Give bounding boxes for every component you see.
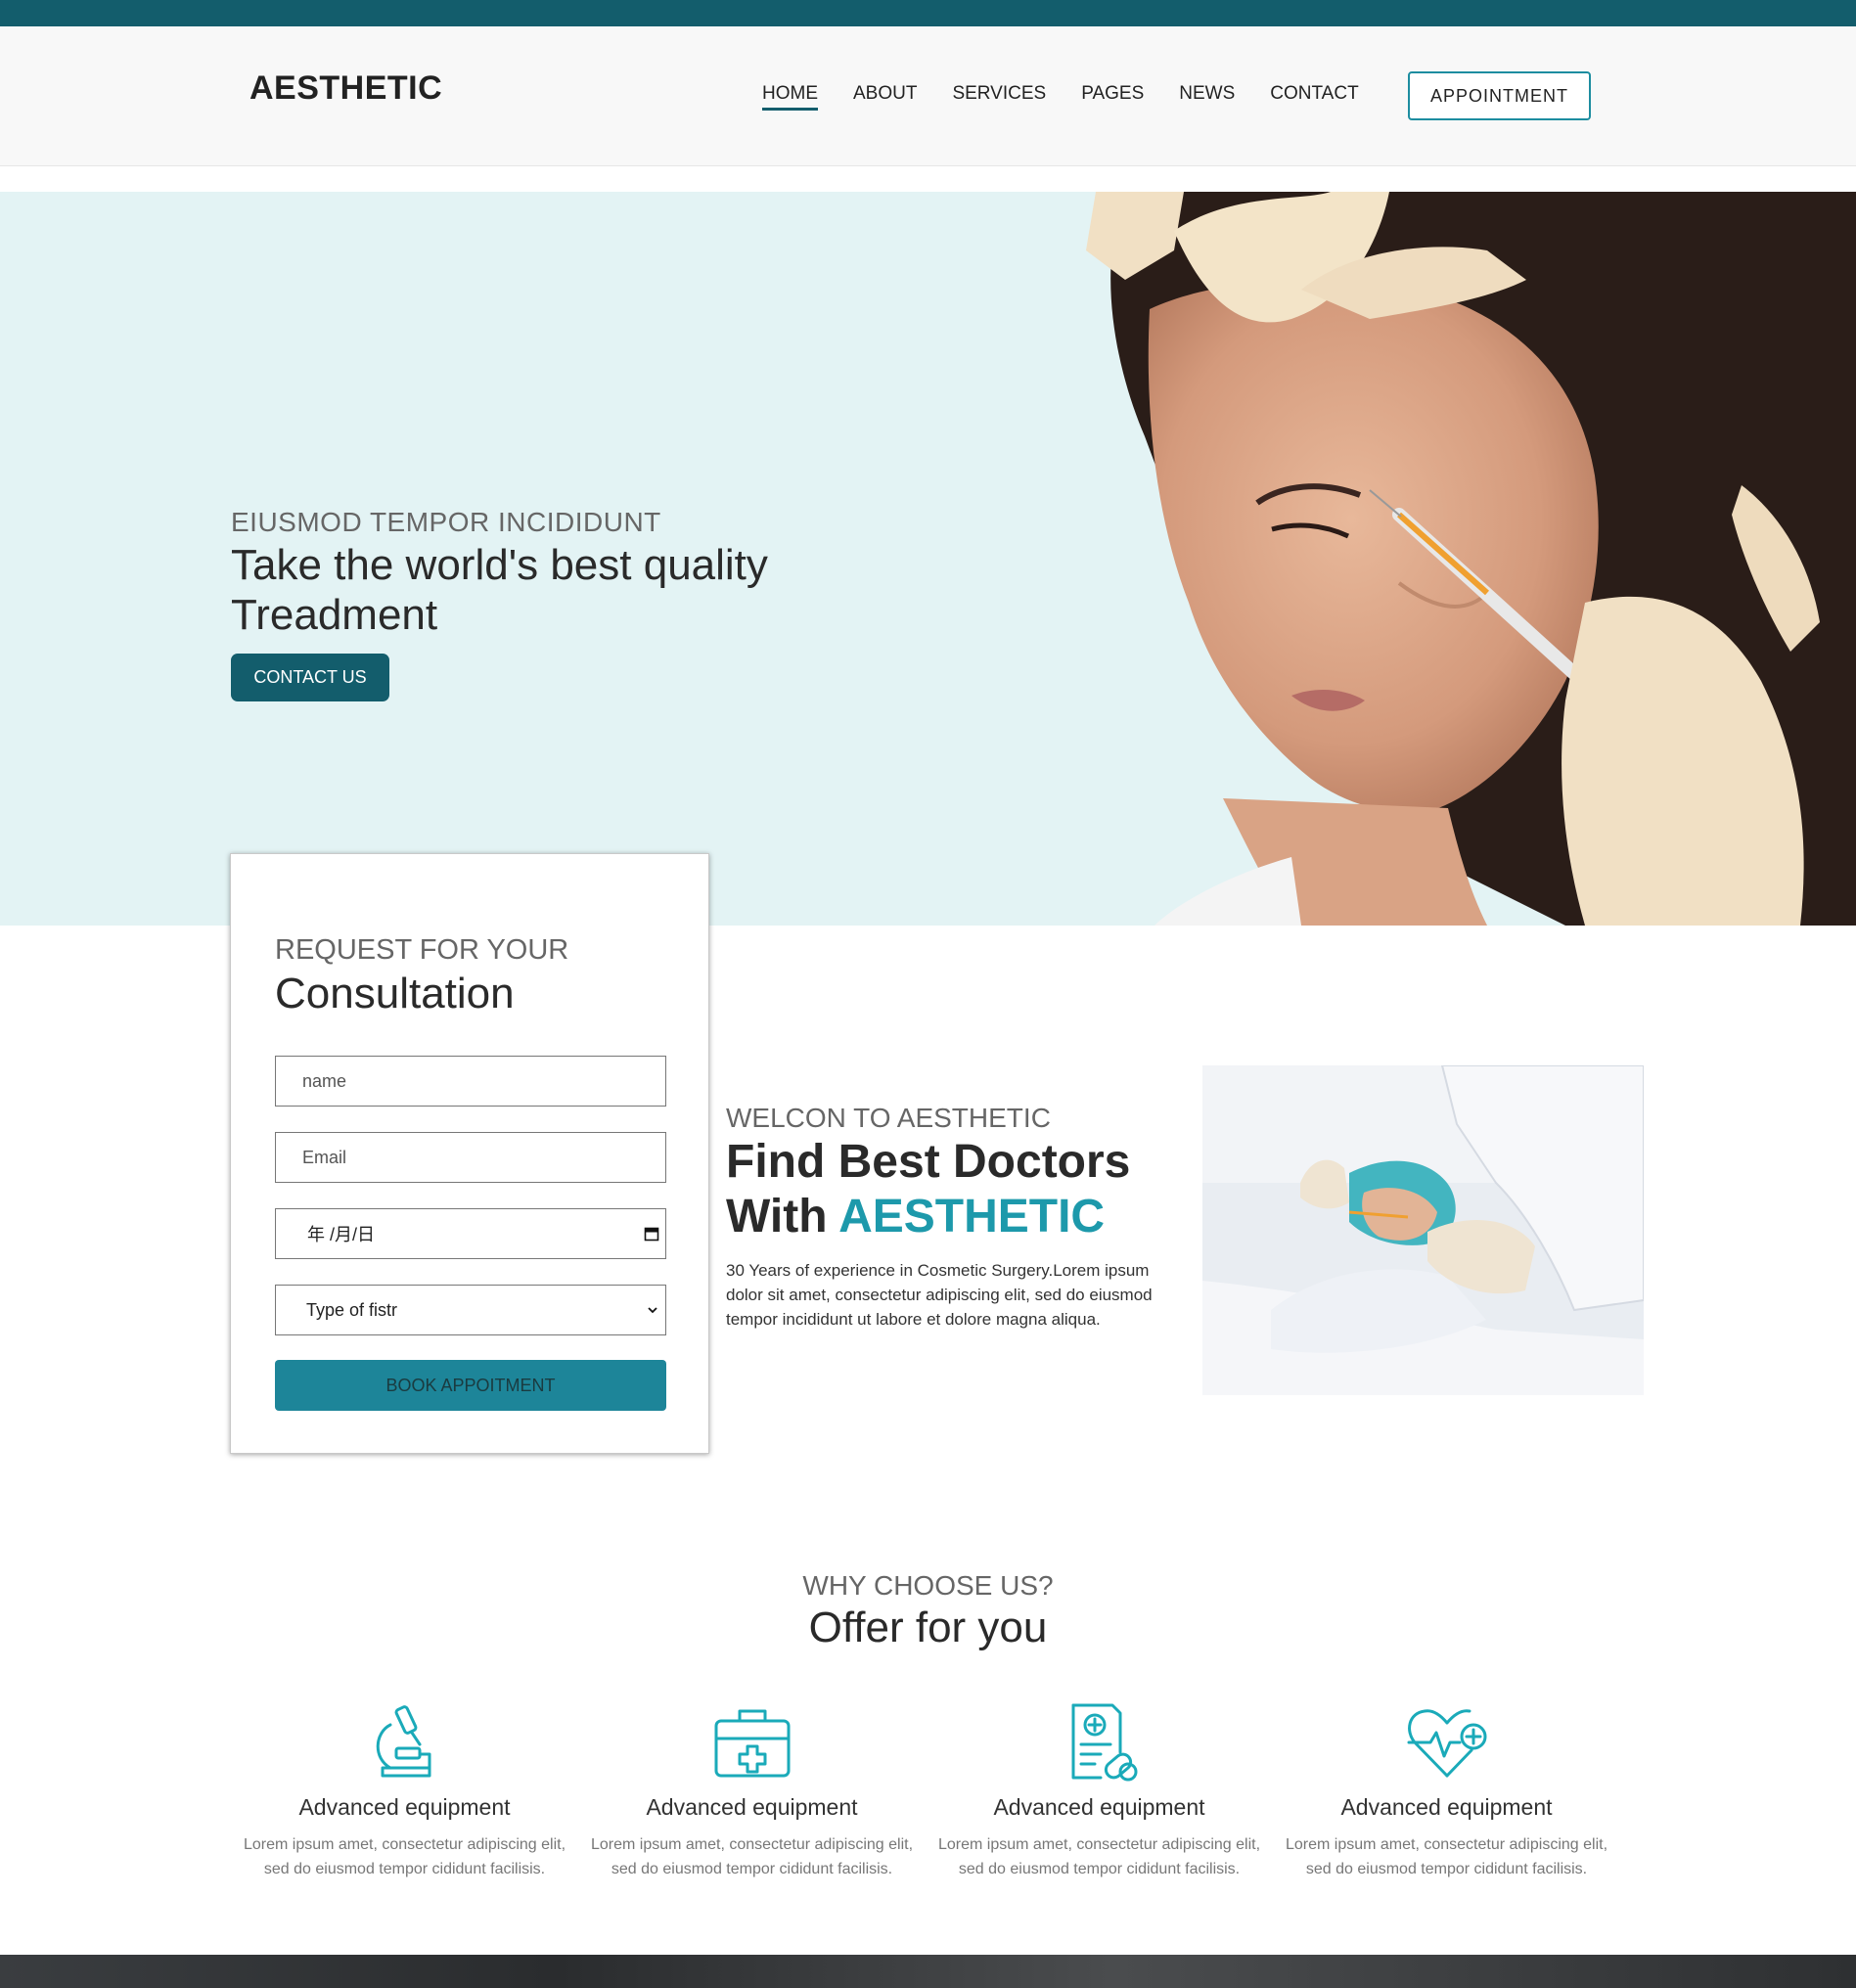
date-field[interactable]: 年 /月/日 [275, 1208, 666, 1259]
nav-item-contact[interactable]: CONTACT [1270, 83, 1358, 111]
welcome-title-line1: Find Best Doctors [726, 1136, 1131, 1188]
treatment-type-select[interactable]: Type of fistr [275, 1285, 666, 1335]
microscope-icon [376, 1705, 430, 1778]
feature-card: Advanced equipment Lorem ipsum amet, con… [578, 1703, 926, 1881]
welcome-subtitle: WELCON TO AESTHETIC [726, 1103, 1051, 1133]
site-logo[interactable]: AESTHETIC [249, 69, 442, 108]
name-placeholder: name [302, 1070, 347, 1091]
next-section-preview [0, 1955, 1856, 1988]
consultation-subtitle: REQUEST FOR YOUR [275, 934, 569, 966]
name-field[interactable]: name [275, 1056, 666, 1107]
chevron-down-icon [648, 1307, 657, 1314]
feature-text: Lorem ipsum amet, consectetur adipiscing… [243, 1836, 566, 1877]
welcome-title-accent: AESTHETIC [838, 1191, 1106, 1242]
welcome-title-prefix: With [726, 1191, 839, 1242]
welcome-section: WELCON TO AESTHETIC Find Best Doctors Wi… [726, 1103, 1186, 1332]
calendar-icon[interactable] [644, 1226, 659, 1242]
feature-text: Lorem ipsum amet, consectetur adipiscing… [937, 1836, 1261, 1877]
why-title: Offer for you [808, 1604, 1048, 1651]
hero-title: Take the world's best quality Treadment [231, 541, 768, 639]
nav-item-pages[interactable]: PAGES [1081, 83, 1144, 111]
contact-us-button[interactable]: CONTACT US [231, 654, 389, 701]
hero-subtitle: EIUSMOD TEMPOR INCIDIDUNT [231, 507, 661, 537]
feature-title: Advanced equipment [298, 1794, 511, 1820]
email-placeholder: Email [302, 1147, 347, 1167]
doctor-treatment-photo [1202, 1065, 1644, 1395]
select-value: Type of fistr [306, 1299, 398, 1320]
appointment-button[interactable]: APPOINTMENT [1408, 71, 1591, 120]
feature-text: Lorem ipsum amet, consectetur adipiscing… [1285, 1836, 1608, 1877]
top-accent-bar [0, 0, 1856, 26]
feature-title: Advanced equipment [993, 1794, 1205, 1820]
feature-card: Advanced equipment Lorem ipsum amet, con… [231, 1703, 578, 1881]
feature-card: Advanced equipment Lorem ipsum amet, con… [1273, 1703, 1620, 1881]
hero-content: EIUSMOD TEMPOR INCIDIDUNT Take the world… [231, 507, 818, 701]
date-value: 年 /月/日 [307, 1225, 376, 1244]
hero-section: EIUSMOD TEMPOR INCIDIDUNT Take the world… [0, 192, 1856, 926]
nav-item-home[interactable]: HOME [762, 83, 818, 111]
why-subtitle: WHY CHOOSE US? [802, 1570, 1054, 1601]
feature-title: Advanced equipment [1340, 1794, 1553, 1820]
nav-item-news[interactable]: NEWS [1179, 83, 1235, 111]
woman-face-injection-photo [1086, 192, 1856, 926]
prescription-icon [1071, 1703, 1137, 1782]
consultation-title: Consultation [275, 970, 515, 1017]
email-field[interactable]: Email [275, 1132, 666, 1183]
welcome-title: Find Best Doctors With AESTHETIC [726, 1135, 1186, 1244]
feature-title: Advanced equipment [646, 1794, 858, 1820]
book-appointment-button[interactable]: BOOK APPOITMENT [275, 1360, 666, 1411]
feature-card: Advanced equipment Lorem ipsum amet, con… [926, 1703, 1273, 1881]
why-choose-section: WHY CHOOSE US? Offer for you [0, 1570, 1856, 1652]
welcome-body: 30 Years of experience in Cosmetic Surge… [726, 1261, 1153, 1329]
nav-item-services[interactable]: SERVICES [952, 83, 1046, 111]
consultation-form: REQUEST FOR YOUR Consultation name Email… [230, 853, 709, 1454]
heart-pulse-icon [1407, 1709, 1486, 1778]
features-list: Advanced equipment Lorem ipsum amet, con… [231, 1703, 1620, 1881]
main-nav: HOME ABOUT SERVICES PAGES NEWS CONTACT [762, 83, 1359, 111]
medical-kit-icon [714, 1709, 790, 1778]
nav-item-about[interactable]: ABOUT [853, 83, 917, 111]
feature-text: Lorem ipsum amet, consectetur adipiscing… [590, 1836, 914, 1877]
site-header: AESTHETIC HOME ABOUT SERVICES PAGES NEWS… [0, 26, 1856, 166]
